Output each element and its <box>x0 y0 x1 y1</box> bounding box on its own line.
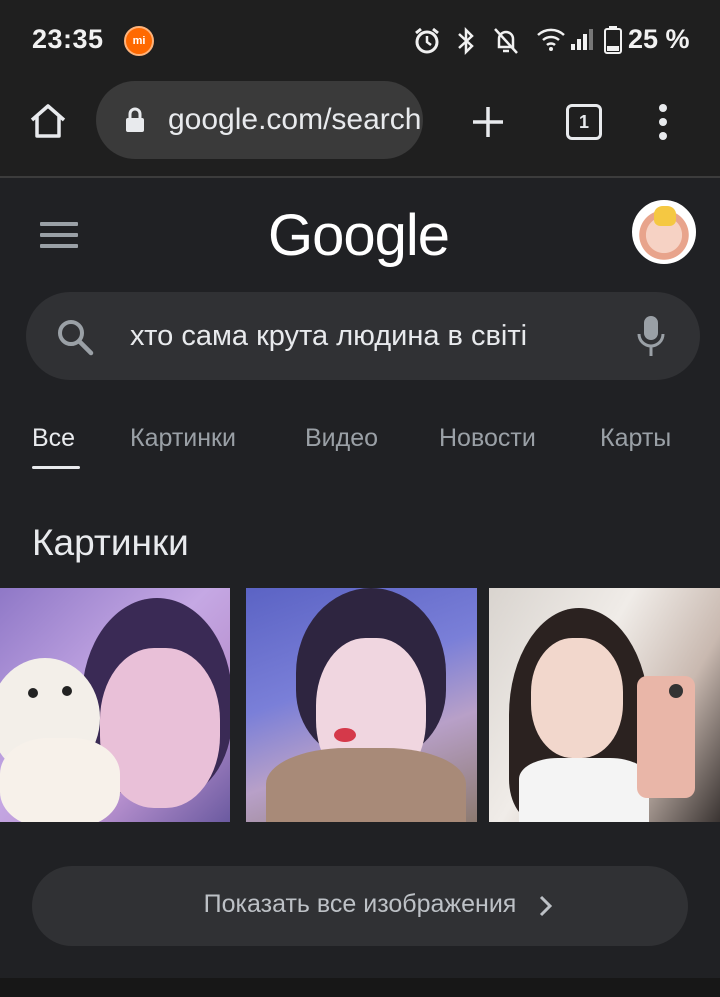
tab-news[interactable]: Новости <box>439 424 536 453</box>
notifications-off-icon <box>494 28 518 54</box>
tab-maps[interactable]: Карты <box>600 424 671 453</box>
home-icon[interactable] <box>28 102 68 140</box>
google-logo[interactable]: Google <box>268 202 450 269</box>
alarm-icon <box>415 27 439 54</box>
battery-icon <box>604 26 622 54</box>
address-bar[interactable]: google.com/search <box>96 81 423 159</box>
account-avatar[interactable] <box>632 200 696 264</box>
status-bar: 23:35 mi 25 % <box>0 0 720 82</box>
image-result-3[interactable] <box>489 588 720 822</box>
status-time: 23:35 <box>32 24 104 54</box>
tab-video[interactable]: Видео <box>305 424 378 453</box>
search-query: хто сама крута людина в світі <box>130 320 528 352</box>
show-all-images-button[interactable]: Показать все изображения <box>32 866 688 946</box>
new-tab-icon[interactable] <box>470 104 506 140</box>
bluetooth-icon <box>458 26 474 56</box>
bottom-bar <box>0 978 720 997</box>
signal-icon <box>571 29 593 50</box>
image-result-2[interactable] <box>246 588 477 822</box>
battery-percentage: 25 % <box>628 24 690 54</box>
chevron-right-icon <box>539 895 553 917</box>
more-menu-icon[interactable] <box>646 102 680 142</box>
lock-icon <box>126 107 144 132</box>
image-result-1[interactable] <box>0 588 230 822</box>
mi-notification-icon: mi <box>124 26 154 56</box>
microphone-icon[interactable] <box>636 314 666 358</box>
tab-images[interactable]: Картинки <box>130 424 236 453</box>
browser-toolbar: google.com/search <box>0 81 720 176</box>
url-text: google.com/search <box>168 103 422 136</box>
hamburger-menu-icon[interactable] <box>40 222 78 250</box>
tab-all[interactable]: Все <box>32 424 75 453</box>
search-input[interactable]: хто сама крута людина в світі <box>26 292 700 380</box>
tab-switcher-button[interactable]: 1 <box>566 104 602 140</box>
wifi-icon <box>537 28 565 51</box>
active-tab-indicator <box>32 466 80 469</box>
search-icon[interactable] <box>56 318 94 356</box>
images-section-title: Картинки <box>32 522 189 563</box>
toolbar-divider <box>0 176 720 178</box>
show-all-images-label: Показать все изображения <box>203 890 517 918</box>
